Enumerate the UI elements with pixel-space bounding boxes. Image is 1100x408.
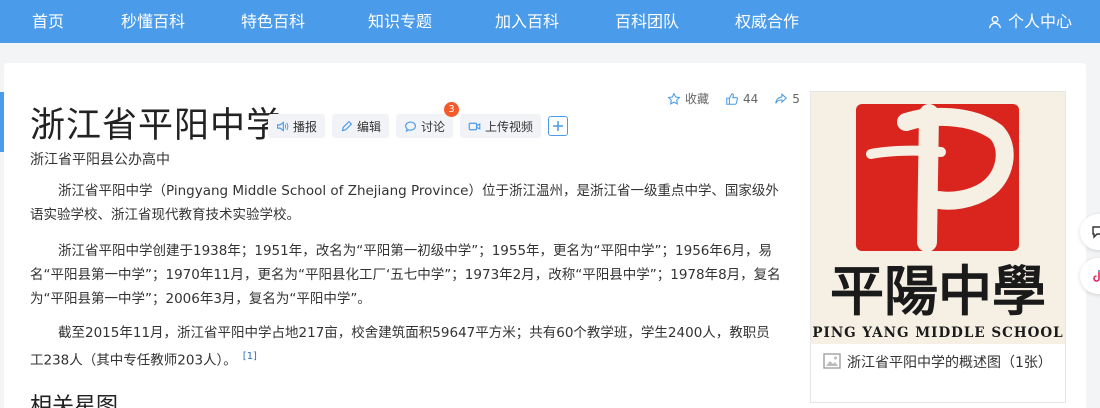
like-count: 44 [743,91,759,106]
nav-home[interactable]: 首页 [32,0,64,43]
thumbs-up-icon [726,92,738,105]
paragraph-intro: 浙江省平阳中学（Pingyang Middle School of Zhejia… [30,183,779,223]
play-label: 播报 [293,119,318,134]
logo-characters: 平陽中學 [830,259,1046,323]
share-icon [775,92,788,104]
discuss-count-badge: 3 [444,102,460,117]
user-center-label: 个人中心 [1007,12,1072,31]
tiktok-icon [1093,269,1100,282]
reference-link[interactable]: [1] [243,351,257,362]
discuss-button[interactable]: 讨论 3 [396,102,460,138]
comment-icon [1092,226,1100,239]
top-nav: 首页 秒懂百科 特色百科 知识专题 加入百科 百科团队 权威合作 个人中心 [0,0,1100,43]
add-button[interactable] [548,116,569,136]
nav-team[interactable]: 百科团队 [615,0,679,43]
star-icon [667,91,681,105]
entry-meta: 收藏 44 5 [667,90,800,107]
plus-icon [553,121,564,131]
entry-actions: 播报 编辑 讨论 3 上传视频 [268,102,569,138]
edit-button[interactable]: 编辑 [332,114,390,138]
speaker-icon [277,120,289,132]
nav-featured[interactable]: 特色百科 [241,0,305,43]
like-button[interactable]: 44 [725,92,758,106]
school-logo: 平陽中學 PING YANG MIDDLE SCHOOL [811,92,1065,344]
paragraph-history: 浙江省平阳中学创建于1938年；1951年，改名为“平阳第一初级中学”；1955… [30,243,781,307]
paragraph-stats: 截至2015年11月，浙江省平阳中学占地217亩，校舍建筑面积59647平方米；… [30,321,782,373]
entry-subtitle: 浙江省平阳县公办高中 [30,152,170,168]
summary-caption-text: 浙江省平阳中学的概述图（1张） [847,355,1052,371]
logo-english: PING YANG MIDDLE SCHOOL [812,325,1063,341]
pencil-icon [341,120,353,131]
edit-label: 编辑 [357,119,382,134]
video-icon [468,122,481,130]
nav-partners[interactable]: 权威合作 [735,0,799,43]
page-title: 浙江省平阳中学 [30,106,283,146]
related-graph-heading: 相关星图 [30,394,119,408]
nav-topics[interactable]: 知识专题 [368,0,432,43]
image-icon [823,353,841,369]
upload-video-button[interactable]: 上传视频 [460,114,542,138]
nav-join[interactable]: 加入百科 [495,0,559,43]
summary-image-card[interactable]: 平陽中學 PING YANG MIDDLE SCHOOL 浙江省平阳中学的概述图… [810,91,1066,403]
share-count: 5 [792,91,800,106]
play-button[interactable]: 播报 [268,114,326,138]
nav-miaodong[interactable]: 秒懂百科 [121,0,185,43]
paragraph-stats-text: 截至2015年11月，浙江省平阳中学占地217亩，校舍建筑面积59647平方米；… [30,325,770,369]
discuss-label: 讨论 [421,119,446,134]
chat-icon [405,120,416,132]
school-logo-image: 平陽中學 PING YANG MIDDLE SCHOOL [811,92,1065,344]
upload-video-label: 上传视频 [485,119,534,134]
favorite-button[interactable]: 收藏 [667,90,709,107]
user-center-link[interactable]: 个人中心 [988,0,1072,43]
user-icon [989,15,1001,28]
favorite-label: 收藏 [685,92,710,106]
left-accent-bar [0,92,4,152]
summary-caption: 浙江省平阳中学的概述图（1张） [823,352,1059,374]
share-button[interactable]: 5 [774,92,800,106]
